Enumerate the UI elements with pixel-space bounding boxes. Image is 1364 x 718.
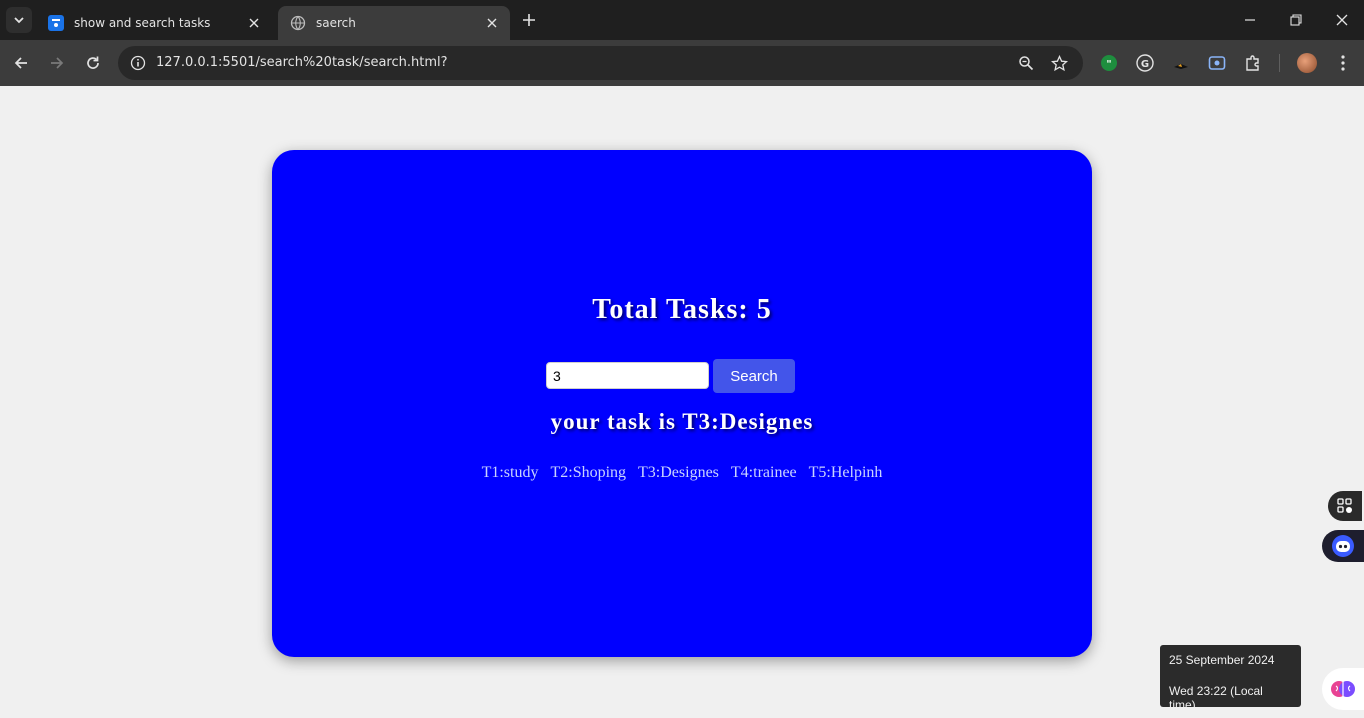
total-tasks-heading: Total Tasks: 5: [592, 294, 772, 325]
restore-icon: [1290, 14, 1302, 26]
plus-icon: [523, 14, 535, 26]
search-button[interactable]: Search: [713, 359, 795, 393]
clock-tooltip: 25 September 2024 Wed 23:22 (Local time): [1160, 645, 1301, 712]
grammarly-icon[interactable]: G: [1134, 52, 1156, 74]
svg-text:G: G: [1141, 59, 1149, 70]
address-bar[interactable]: 127.0.0.1:5501/search%20task/search.html…: [118, 46, 1083, 80]
tab-title: show and search tasks: [74, 16, 211, 30]
new-tab-button[interactable]: [517, 8, 541, 32]
reload-button[interactable]: [79, 49, 107, 77]
more-menu-icon[interactable]: [1332, 52, 1354, 74]
doc-icon: [48, 15, 64, 31]
assistant-widget-button[interactable]: [1322, 530, 1364, 562]
browser-toolbar: 127.0.0.1:5501/search%20task/search.html…: [0, 40, 1364, 86]
task-item: T3:Designes: [638, 464, 719, 481]
site-info-icon[interactable]: [126, 51, 150, 75]
bot-icon: [1332, 535, 1354, 557]
floating-widget-button[interactable]: [1328, 491, 1362, 521]
close-window-button[interactable]: [1319, 0, 1364, 40]
task-card: Total Tasks: 5 Search your task is T3:De…: [272, 150, 1092, 657]
close-tab-icon[interactable]: [244, 13, 264, 33]
restore-button[interactable]: [1273, 0, 1319, 40]
tab-bar: show and search tasks saerch: [0, 0, 1364, 40]
reload-icon: [87, 56, 99, 69]
task-item: T4:trainee: [730, 464, 797, 481]
url-text: 127.0.0.1:5501/search%20task/search.html…: [156, 55, 448, 70]
tab-title: saerch: [316, 16, 356, 30]
search-result-text: your task is T3:Designes: [550, 409, 814, 434]
tab-show-and-search-tasks[interactable]: show and search tasks: [36, 6, 272, 40]
bird-extension-icon[interactable]: [1170, 52, 1192, 74]
toolbar-divider: [1279, 54, 1280, 72]
task-item: T5:Helpinh: [808, 464, 883, 481]
bookmark-star-icon[interactable]: [1048, 52, 1070, 74]
clock-date: 25 September 2024: [1169, 653, 1275, 667]
screen-extension-icon[interactable]: [1206, 52, 1228, 74]
puzzle-icon[interactable]: [1242, 52, 1264, 74]
profile-avatar[interactable]: [1297, 53, 1317, 73]
apps-grid-icon: [1337, 498, 1352, 513]
task-list: T1:study T2:Shoping T3:Designes T4:train…: [272, 464, 1092, 482]
zoom-icon[interactable]: [1015, 52, 1037, 74]
task-item: T2:Shoping: [550, 464, 627, 481]
search-input[interactable]: [546, 362, 709, 389]
arrow-left-icon: [14, 57, 27, 69]
chevron-down-icon: [14, 17, 24, 24]
tab-search-dropdown[interactable]: [6, 7, 32, 33]
close-icon: [1336, 14, 1348, 26]
task-item: T1:study: [481, 464, 539, 481]
tab-saerch[interactable]: saerch: [278, 6, 510, 40]
back-button[interactable]: [7, 49, 35, 77]
minimize-icon: [1245, 19, 1255, 21]
minimize-button[interactable]: [1227, 0, 1273, 40]
brain-icon: [1331, 681, 1355, 697]
clock-time: Wed 23:22 (Local time): [1169, 684, 1263, 712]
quote-extension-icon[interactable]: ": [1098, 52, 1120, 74]
arrow-right-icon: [51, 57, 64, 69]
brain-extension-button[interactable]: [1322, 668, 1364, 710]
globe-icon: [290, 15, 306, 31]
forward-button[interactable]: [43, 49, 71, 77]
svg-text:": ": [1106, 59, 1111, 70]
close-tab-icon[interactable]: [482, 13, 502, 33]
